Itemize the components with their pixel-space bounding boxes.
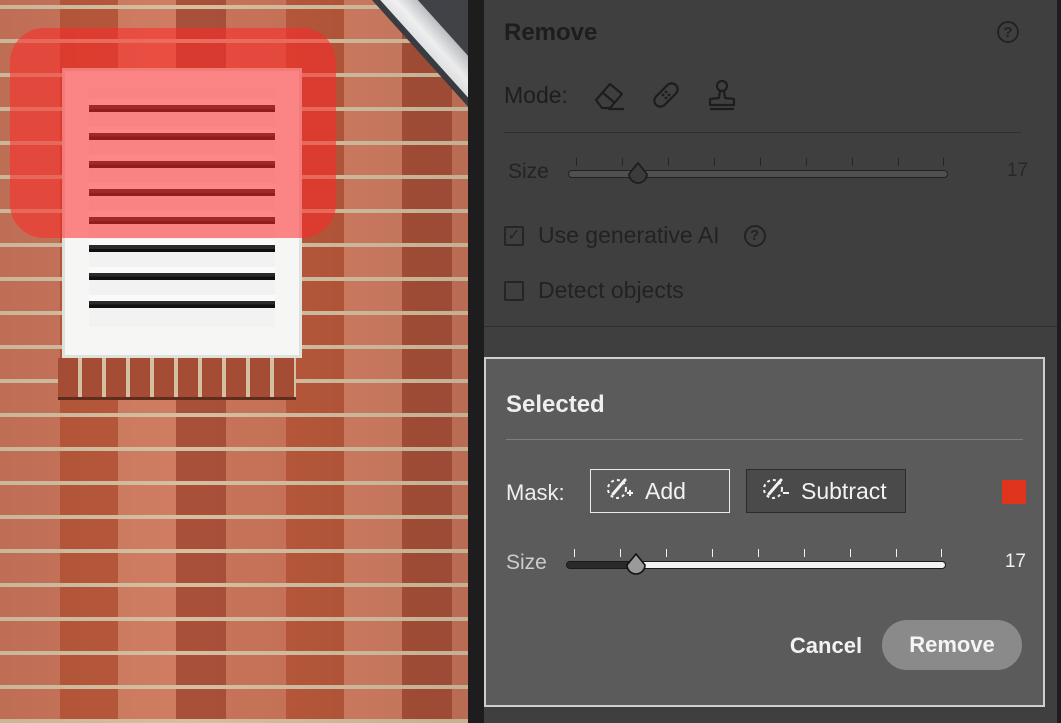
slider-tick [620,549,621,557]
slider-tick [576,158,577,166]
slider-tick [896,549,897,557]
subtract-mask-button[interactable]: Subtract [746,469,906,513]
vent-slat [89,239,275,252]
panel-title: Remove [504,19,598,46]
mode-icons [592,78,740,112]
size-label: Size [506,551,547,574]
section-divider [506,439,1023,440]
help-icon[interactable]: ? [743,224,766,247]
slider-tick [574,549,575,557]
size-slider-row: Size 17 [508,158,1028,188]
mode-row: Mode: [504,78,740,112]
section-divider [504,132,1021,133]
slider-tick [850,549,851,557]
cancel-button[interactable]: Cancel [776,624,876,668]
app-window: Remove ? Mode: Size 17 ✓ Use generative … [0,0,1061,723]
brush-subtract-icon [761,474,791,508]
mode-label: Mode: [504,81,568,108]
slider-tick [666,549,667,557]
remove-tool-panel: Remove ? Mode: Size 17 ✓ Use generative … [484,0,1061,723]
vent-slat [89,267,275,280]
size-slider-handle[interactable] [627,161,649,186]
slider-tick [758,549,759,557]
remove-button[interactable]: Remove [882,620,1022,670]
generative-ai-row[interactable]: ✓ Use generative AI ? [504,222,766,249]
slider-tick [714,158,715,166]
section-divider [484,326,1057,327]
slider-tick [712,549,713,557]
detect-objects-row[interactable]: Detect objects [504,277,684,304]
panel-divider[interactable] [468,0,484,723]
slider-tick [804,549,805,557]
slider-tick [943,158,944,166]
generative-ai-checkbox[interactable]: ✓ [504,225,524,246]
brush-add-icon [605,474,635,508]
selected-title: Selected [506,391,605,418]
mask-color-swatch[interactable] [1002,480,1026,504]
add-label: Add [645,477,686,504]
brick-sill [58,358,296,400]
clone-stamp-icon[interactable] [704,78,740,112]
vent-slat [89,295,275,308]
slider-tick [898,158,899,166]
size-value: 17 [1006,160,1028,181]
size-slider-handle[interactable] [625,552,647,577]
selection-mask-overlay[interactable] [10,28,336,238]
slider-tick [806,158,807,166]
generative-ai-label: Use generative AI [538,222,720,248]
detect-objects-label: Detect objects [538,277,684,303]
detect-objects-checkbox[interactable] [504,280,524,301]
slider-tick [622,158,623,166]
add-mask-button[interactable]: Add [590,469,730,513]
help-icon[interactable]: ? [997,21,1019,43]
size-value: 17 [1004,551,1026,572]
size-slider-track[interactable] [568,170,948,178]
slider-tick [760,158,761,166]
bandage-icon[interactable] [648,78,684,112]
photo-canvas[interactable] [0,0,468,723]
selected-subpanel: Selected Mask: Add Subtract Size 17 Canc… [484,357,1045,707]
slider-tick [852,158,853,166]
slider-tick [941,549,942,557]
mask-label: Mask: [506,480,565,505]
size-slider-track[interactable] [566,561,946,569]
selected-size-slider-row: Size 17 [506,549,1026,579]
eraser-icon[interactable] [592,78,628,112]
subtract-label: Subtract [801,477,887,504]
size-label: Size [508,160,549,183]
slider-tick [668,158,669,166]
mask-row: Mask: Add Subtract [506,469,1026,513]
